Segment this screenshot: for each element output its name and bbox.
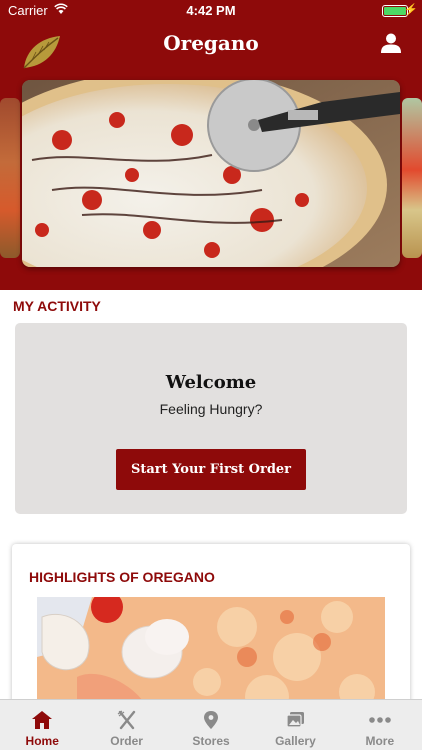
status-time: 4:42 PM xyxy=(186,3,236,18)
tab-home[interactable]: Home xyxy=(0,700,84,750)
promo-carousel[interactable] xyxy=(0,80,422,280)
tab-home-label: Home xyxy=(25,734,59,748)
more-dots-icon xyxy=(369,717,391,723)
location-pin-icon xyxy=(204,711,219,729)
my-activity-heading: MY ACTIVITY xyxy=(13,298,101,314)
carousel-prev-slide[interactable] xyxy=(0,98,20,258)
status-bar: Carrier 4:42 PM ⚡ xyxy=(0,0,422,22)
bottom-tab-bar: Home Order Stores Gallery More xyxy=(0,699,422,750)
tab-gallery-label: Gallery xyxy=(275,734,316,748)
charging-icon: ⚡ xyxy=(404,4,418,16)
highlight-seafood-rice-image[interactable] xyxy=(37,597,385,714)
tab-gallery[interactable]: Gallery xyxy=(253,700,337,750)
home-icon xyxy=(32,711,53,729)
utensils-icon xyxy=(117,710,135,730)
gallery-icon xyxy=(286,712,305,728)
tab-order[interactable]: Order xyxy=(84,700,168,750)
tab-stores-label: Stores xyxy=(192,734,230,748)
carousel-pizza-image[interactable] xyxy=(22,80,400,267)
user-profile-icon[interactable] xyxy=(380,32,402,54)
nav-bar: Oregano xyxy=(0,22,422,74)
highlights-heading: HIGHLIGHTS OF OREGANO xyxy=(29,569,215,585)
tab-more[interactable]: More xyxy=(338,700,422,750)
activity-card: Welcome Feeling Hungry? Start Your First… xyxy=(15,323,407,514)
tab-order-label: Order xyxy=(110,734,143,748)
highlights-card: HIGHLIGHTS OF OREGANO xyxy=(12,544,410,714)
app-title: Oregano xyxy=(163,31,259,55)
welcome-subtitle: Feeling Hungry? xyxy=(159,401,263,417)
welcome-heading: Welcome xyxy=(165,372,257,393)
carousel-next-slide[interactable] xyxy=(402,98,422,258)
header-background: Carrier 4:42 PM ⚡ Oregano xyxy=(0,0,422,290)
tab-more-label: More xyxy=(365,734,395,748)
tab-stores[interactable]: Stores xyxy=(169,700,253,750)
start-first-order-button[interactable]: Start Your First Order xyxy=(116,449,306,490)
